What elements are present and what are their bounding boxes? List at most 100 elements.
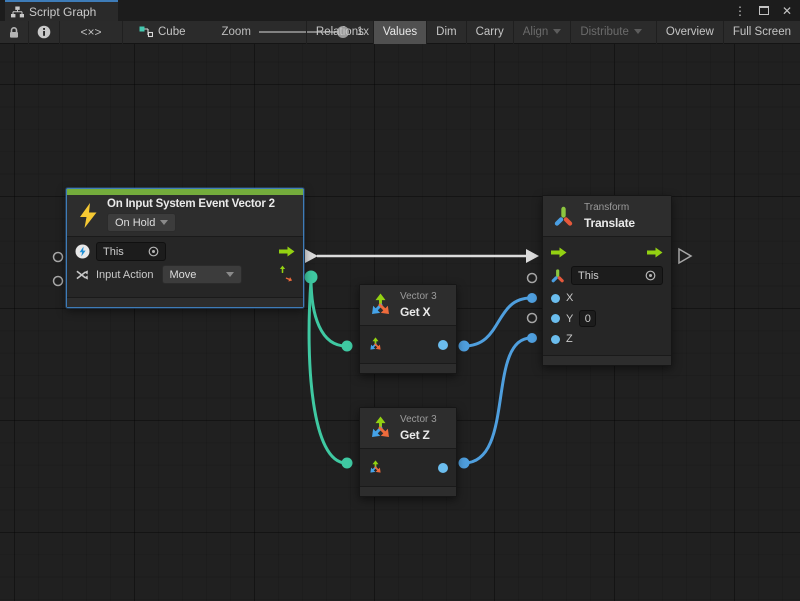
flow-arrow-icon — [279, 246, 295, 257]
node-vector3-get-z[interactable]: Vector 3 Get Z — [359, 407, 457, 497]
getx-output-dot[interactable] — [438, 340, 448, 350]
translate-title: Translate — [584, 216, 635, 230]
toolbar-separator — [122, 21, 123, 44]
chevron-down-icon — [226, 272, 234, 277]
translate-category: Transform — [584, 202, 635, 213]
lock-icon — [8, 26, 20, 39]
align-button[interactable]: Align — [513, 21, 571, 44]
node-footer — [543, 355, 671, 365]
vector3-icon — [368, 293, 393, 318]
chevron-down-icon — [634, 29, 642, 34]
y-value-field[interactable]: 0 — [579, 310, 596, 327]
close-icon[interactable]: ✕ — [782, 5, 792, 17]
translate-z-row: Z — [543, 329, 671, 349]
graph-hierarchy-icon — [11, 6, 24, 18]
port-translate-flow-out[interactable] — [679, 249, 691, 263]
vector3-mini-icon — [368, 460, 383, 475]
maximize-icon[interactable] — [759, 6, 769, 15]
flow-wire-end-arrow — [526, 249, 539, 263]
graph-name: Cube — [158, 26, 186, 38]
input-action-value: Move — [170, 269, 197, 281]
self-icon — [75, 244, 90, 259]
getz-title: Get Z — [400, 428, 437, 442]
values-button[interactable]: Values — [373, 21, 426, 44]
flow-out-arrow-icon — [647, 247, 663, 258]
tab-bar: Script Graph ⋮ ✕ — [0, 0, 800, 21]
flow-in-arrow-icon — [551, 247, 567, 258]
distribute-label: Distribute — [580, 26, 629, 38]
vector3-icon — [368, 416, 393, 441]
event-mode-value: On Hold — [115, 217, 155, 229]
node-on-input-system-event[interactable]: On Input System Event Vector 2 On Hold T… — [66, 188, 304, 308]
object-picker-icon[interactable] — [645, 270, 656, 281]
port-vector2-output[interactable] — [305, 271, 318, 284]
port-getz-input[interactable] — [342, 458, 353, 469]
vector2-output-icon — [278, 265, 295, 284]
node-footer — [360, 363, 456, 373]
object-picker-icon[interactable] — [148, 246, 159, 257]
port-event-action[interactable] — [54, 277, 63, 286]
getz-output-dot[interactable] — [438, 463, 448, 473]
getx-port-row — [360, 333, 456, 357]
flow-wire-start-arrow[interactable] — [305, 249, 318, 263]
port-translate-z[interactable] — [527, 333, 537, 343]
z-label: Z — [566, 333, 573, 345]
event-this-row: This — [67, 240, 303, 263]
port-event-this[interactable] — [54, 253, 63, 262]
node-transform-translate[interactable]: Transform Translate This — [542, 195, 672, 366]
y-label: Y — [566, 313, 573, 325]
chevron-down-icon — [553, 29, 561, 34]
wire-getz-to-z[interactable] — [464, 338, 531, 463]
graph-breadcrumb[interactable]: Cube — [131, 26, 194, 39]
translate-flow-row — [543, 242, 671, 263]
port-getz-output-wire[interactable] — [459, 458, 470, 469]
vector3-mini-icon — [368, 337, 383, 352]
align-label: Align — [523, 26, 549, 38]
getz-category: Vector 3 — [400, 414, 437, 425]
transform-icon — [553, 206, 575, 227]
distribute-button[interactable]: Distribute — [570, 21, 651, 44]
chevron-down-icon — [160, 220, 168, 225]
port-translate-x[interactable] — [527, 293, 537, 303]
zoom-label: Zoom — [222, 26, 251, 38]
port-translate-y[interactable] — [528, 314, 537, 323]
relations-button[interactable]: Relations — [306, 21, 373, 44]
getx-category: Vector 3 — [400, 291, 437, 302]
input-action-label: Input Action — [96, 269, 154, 281]
carry-button[interactable]: Carry — [466, 21, 513, 44]
window-controls: ⋮ ✕ — [734, 0, 792, 21]
port-getx-input[interactable] — [342, 341, 353, 352]
event-mode-dropdown[interactable]: On Hold — [107, 213, 176, 232]
translate-this-field[interactable]: This — [571, 266, 663, 285]
port-getx-output-wire[interactable] — [459, 341, 470, 352]
overview-button[interactable]: Overview — [656, 21, 723, 44]
getx-title: Get X — [400, 305, 437, 319]
wire-vector2-to-getx[interactable] — [311, 278, 346, 346]
graph-canvas[interactable]: On Input System Event Vector 2 On Hold T… — [0, 44, 800, 601]
tab-script-graph[interactable]: Script Graph — [5, 0, 118, 21]
info-icon — [37, 25, 51, 39]
z-port-dot[interactable] — [551, 335, 560, 344]
x-label: X — [566, 292, 573, 304]
code-preview-icon: <×> — [80, 25, 101, 39]
more-menu-icon[interactable]: ⋮ — [734, 5, 746, 17]
wire-getx-to-x[interactable] — [464, 298, 531, 346]
lock-button[interactable] — [0, 21, 28, 44]
event-this-value: This — [103, 246, 124, 258]
event-this-field[interactable]: This — [96, 242, 166, 261]
fullscreen-button[interactable]: Full Screen — [723, 21, 800, 44]
translate-this-value: This — [578, 270, 599, 282]
info-button[interactable] — [29, 21, 59, 44]
getz-port-row — [360, 456, 456, 480]
transform-mini-icon — [551, 269, 565, 283]
tab-title: Script Graph — [29, 5, 96, 19]
node-footer — [67, 297, 303, 307]
port-translate-this[interactable] — [528, 274, 537, 283]
node-vector3-get-x[interactable]: Vector 3 Get X — [359, 284, 457, 374]
x-port-dot[interactable] — [551, 294, 560, 303]
dim-button[interactable]: Dim — [426, 21, 465, 44]
y-port-dot[interactable] — [551, 314, 560, 323]
code-preview-button[interactable]: <×> — [60, 21, 122, 44]
input-action-dropdown[interactable]: Move — [162, 265, 242, 284]
graph-toolbar: <×> Cube Zoom 1x Relations Values Dim Ca… — [0, 21, 800, 44]
